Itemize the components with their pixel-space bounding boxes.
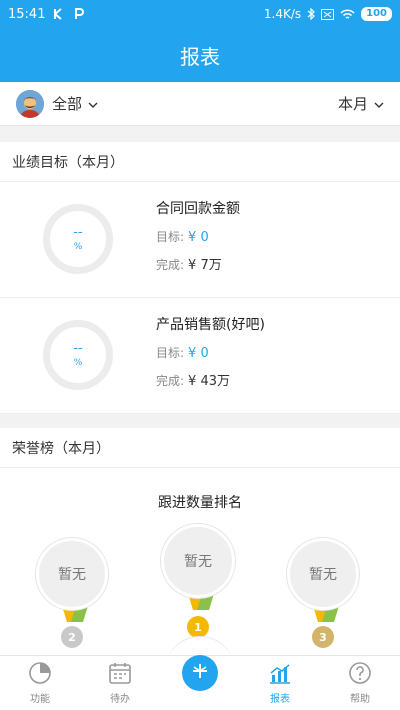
tab-label: 报表 [270, 694, 290, 705]
rank-badge: 1 [187, 616, 209, 638]
progress-ring: -- % [43, 320, 113, 390]
ring-value: -- [73, 341, 83, 356]
chevron-down-icon [374, 94, 384, 113]
help-icon [348, 660, 372, 686]
card-info: 产品销售额(好吧) 目标: ¥ 0 完成: ¥ 43万 [156, 314, 265, 398]
section-title-targets: 业绩目标（本月） [0, 142, 400, 182]
bluetooth-icon [307, 8, 316, 20]
no-sim-icon [321, 8, 335, 20]
spacer [0, 468, 400, 480]
medal-rank-2[interactable]: 暂无 2 [36, 538, 114, 658]
rank-number: 1 [194, 620, 202, 634]
tab-label: 待办 [110, 694, 130, 705]
scope-selector[interactable]: 全部 [16, 89, 98, 118]
tab-label: 帮助 [350, 694, 370, 705]
rank-number: 3 [319, 630, 327, 644]
done-value: ¥ 43万 [188, 374, 230, 389]
card-title: 合同回款金额 [156, 201, 240, 217]
p-app-icon [73, 8, 85, 20]
chevron-down-icon [88, 94, 98, 113]
status-bar: 15:41 1.4K/s 100 [0, 0, 400, 28]
pie-chart-icon [28, 660, 52, 686]
app-header: 报表 [0, 28, 400, 82]
progress-ring: -- % [43, 204, 113, 274]
done-label: 完成: [156, 374, 185, 388]
wifi-icon [340, 8, 355, 20]
tab-reports[interactable]: 报表 [240, 656, 320, 710]
target-row: 目标: ¥ 0 [156, 344, 265, 361]
calendar-icon [108, 660, 132, 686]
ring-value: -- [73, 225, 83, 240]
ranking-title: 跟进数量排名 [158, 495, 242, 511]
add-button[interactable] [182, 655, 218, 691]
done-value: ¥ 7万 [188, 258, 222, 273]
target-label: 目标: [156, 230, 185, 244]
tab-todo[interactable]: 待办 [80, 656, 160, 710]
ring-unit: % [73, 242, 83, 252]
target-card[interactable]: -- % 产品销售额(好吧) 目标: ¥ 0 完成: ¥ 43万 [0, 298, 400, 414]
rank-badge: 3 [312, 626, 334, 648]
medal-rank-1[interactable]: 暂无 1 [161, 524, 241, 644]
done-row: 完成: ¥ 7万 [156, 254, 240, 273]
ring-unit: % [73, 358, 83, 368]
battery-indicator: 100 [361, 7, 392, 21]
k-app-icon [53, 8, 65, 20]
tab-help[interactable]: 帮助 [320, 656, 400, 710]
target-card[interactable]: -- % 合同回款金额 目标: ¥ 0 完成: ¥ 7万 [0, 182, 400, 298]
divider-gap [0, 126, 400, 142]
section-title-honor: 荣誉榜（本月） [0, 428, 400, 468]
tab-label: 功能 [30, 694, 50, 705]
target-row: 目标: ¥ 0 [156, 228, 240, 245]
medal-circle: 暂无 [161, 524, 235, 598]
card-title: 产品销售额(好吧) [156, 317, 265, 333]
page-title: 报表 [180, 44, 220, 69]
target-label: 目标: [156, 346, 185, 360]
card-info: 合同回款金额 目标: ¥ 0 完成: ¥ 7万 [156, 198, 240, 282]
ranking-area: 跟进数量排名 暂无 2 暂无 1 暂无 3 [0, 480, 400, 655]
medal-text: 暂无 [309, 567, 337, 583]
plus-icon [191, 662, 209, 684]
bar-chart-icon [268, 660, 292, 686]
net-speed: 1.4K/s [263, 7, 302, 21]
medal-text: 暂无 [58, 567, 86, 583]
period-label: 本月 [337, 95, 368, 113]
avatar [16, 89, 44, 118]
target-value: ¥ 0 [188, 230, 209, 245]
rank-badge: 2 [61, 626, 83, 648]
section-title-text: 荣誉榜（本月） [12, 440, 110, 457]
scope-label: 全部 [52, 95, 83, 113]
status-time: 15:41 [8, 6, 46, 22]
medal-circle: 暂无 [287, 538, 359, 610]
target-value: ¥ 0 [188, 346, 209, 361]
medal-text: 暂无 [184, 554, 212, 570]
period-selector[interactable]: 本月 [338, 93, 384, 114]
done-label: 完成: [156, 258, 185, 272]
done-row: 完成: ¥ 43万 [156, 370, 265, 389]
medal-circle: 暂无 [36, 538, 108, 610]
tab-functions[interactable]: 功能 [0, 656, 80, 710]
section-title-text: 业绩目标（本月） [12, 154, 124, 171]
medal-rank-3[interactable]: 暂无 3 [287, 538, 365, 658]
filter-bar: 全部 本月 [0, 82, 400, 126]
rank-number: 2 [68, 630, 76, 644]
divider-gap [0, 414, 400, 428]
